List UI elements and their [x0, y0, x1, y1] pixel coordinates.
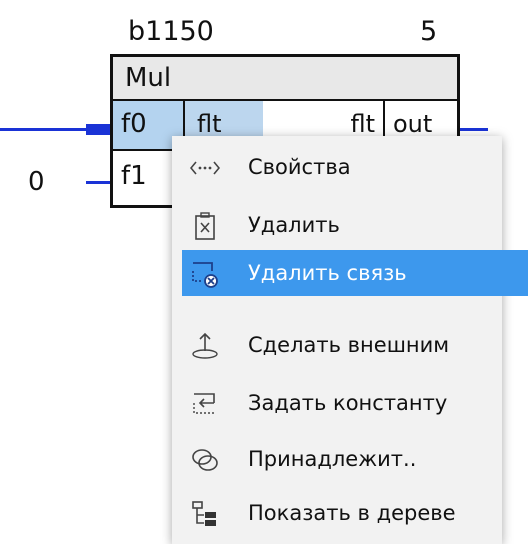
delete-icon — [190, 211, 220, 241]
menu-item-label: Свойства — [248, 155, 351, 179]
menu-item-show-in-tree[interactable]: Показать в дереве — [182, 490, 524, 536]
belongs-to-icon — [190, 445, 220, 475]
properties-icon — [190, 153, 220, 183]
menu-item-label: Удалить — [248, 213, 340, 237]
wire-f0-connector[interactable] — [86, 124, 110, 135]
menu-item-remove-link[interactable]: Удалить связь — [182, 250, 528, 296]
context-menu: Свойства Удалить Удалить связь Сделать в… — [172, 136, 528, 544]
menu-item-label: Сделать внешним — [248, 333, 450, 357]
menu-item-delete[interactable]: Удалить — [182, 202, 524, 248]
menu-item-make-external[interactable]: Сделать внешним — [182, 322, 524, 368]
menu-item-properties[interactable]: Свойства — [182, 144, 524, 190]
make-external-icon — [190, 331, 220, 361]
block-name: b1150 — [128, 16, 214, 47]
menu-item-label: Показать в дереве — [248, 501, 456, 525]
constant-value-f1[interactable]: 0 — [28, 164, 45, 200]
block-order-number: 5 — [420, 16, 438, 47]
block-type-label: Mul — [125, 63, 172, 93]
set-constant-icon — [190, 389, 220, 419]
menu-item-label: Принадлежит.. — [248, 447, 417, 471]
block-type-header[interactable]: Mul — [113, 57, 457, 101]
wire-f1[interactable] — [86, 181, 110, 184]
wire-out[interactable] — [458, 128, 488, 131]
show-in-tree-icon — [190, 499, 220, 529]
remove-link-icon — [190, 259, 220, 289]
menu-item-label: Задать константу — [248, 391, 448, 415]
menu-item-belongs-to[interactable]: Принадлежит.. — [182, 436, 524, 482]
menu-item-label: Удалить связь — [248, 261, 407, 285]
menu-item-set-constant[interactable]: Задать константу — [182, 380, 524, 426]
